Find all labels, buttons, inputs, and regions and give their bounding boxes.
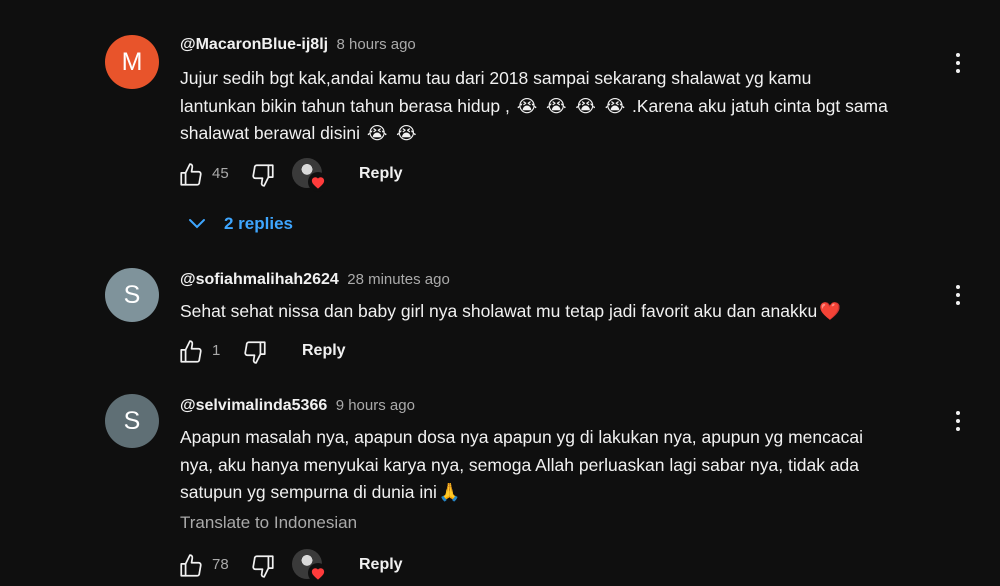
red-heart-emoji-icon: ❤️ — [819, 301, 842, 321]
comment-actions: 45 Reply — [0, 155, 1000, 195]
comment-header: @selvimalinda5366 9 hours ago — [180, 397, 415, 415]
comment-text-line: nya, aku hanya menyukai karya nya, semog… — [180, 454, 860, 475]
avatar-letter: S — [123, 406, 141, 435]
view-replies-button[interactable]: 2 replies — [188, 211, 293, 237]
like-count: 45 — [212, 165, 229, 182]
comment-thread-list: M @MacaronBlue-ij8lj 8 hours ago Jujur s… — [0, 0, 1000, 586]
comment-text: Apapun masalah nya, apapun dosa nya apap… — [180, 424, 940, 507]
comment-text: Jujur sedih bgt kak,andai kamu tau dari … — [180, 65, 940, 148]
reply-button[interactable]: Reply — [359, 556, 403, 574]
replies-count-label: 2 replies — [224, 214, 293, 233]
more-vertical-icon[interactable] — [948, 281, 968, 309]
comment-text-line: satupun yg sempurna di dunia ini — [180, 482, 437, 502]
like-button[interactable] — [176, 337, 206, 367]
reply-button[interactable]: Reply — [302, 342, 346, 360]
avatar[interactable]: M — [105, 35, 159, 89]
like-button[interactable] — [176, 160, 206, 190]
thumbs-up-icon — [180, 554, 202, 577]
comment-header: @MacaronBlue-ij8lj 8 hours ago — [180, 36, 416, 54]
dislike-button[interactable] — [240, 337, 270, 367]
comment-item: S @sofiahmalihah2624 28 minutes ago Seha… — [0, 268, 1000, 378]
comment-author[interactable]: @sofiahmalihah2624 — [180, 271, 339, 288]
more-vertical-icon[interactable] — [948, 49, 968, 77]
comment-actions: 78 Reply — [0, 544, 1000, 584]
like-button[interactable] — [176, 551, 206, 581]
comment-time[interactable]: 9 hours ago — [336, 397, 415, 414]
dislike-button[interactable] — [248, 160, 278, 190]
thumbs-down-icon — [252, 555, 274, 578]
comment-text-line: Sehat sehat nissa dan baby girl nya shol… — [180, 301, 818, 321]
comment-header: @sofiahmalihah2624 28 minutes ago — [180, 271, 450, 289]
avatar[interactable]: S — [105, 268, 159, 322]
avatar[interactable]: S — [105, 394, 159, 448]
loudly-crying-emoji-icon: 😭 — [396, 123, 417, 143]
folded-hands-emoji-icon: 🙏 — [438, 482, 461, 502]
avatar-letter: M — [121, 47, 143, 76]
thumbs-up-icon — [180, 163, 202, 186]
comment-time[interactable]: 8 hours ago — [337, 36, 416, 53]
loudly-crying-emoji-icon: 😭 — [366, 123, 388, 143]
comment-author[interactable]: @MacaronBlue-ij8lj — [180, 36, 328, 53]
comment-text-line: shalawat berawal disini — [180, 123, 365, 143]
loudly-crying-emoji-icon: 😭 — [516, 95, 538, 116]
loudly-crying-emoji-icon: 😭 — [546, 95, 567, 116]
loudly-crying-emoji-icon: 😭 — [575, 95, 596, 116]
translate-link[interactable]: Translate to Indonesian — [180, 513, 357, 533]
comment-text: Sehat sehat nissa dan baby girl nya shol… — [180, 298, 940, 326]
creator-heart-badge — [292, 549, 328, 583]
comment-actions: 1 Reply — [0, 336, 1000, 376]
thumbs-up-icon — [180, 340, 202, 363]
comment-item: M @MacaronBlue-ij8lj 8 hours ago Jujur s… — [0, 35, 1000, 240]
avatar-letter: S — [123, 280, 141, 309]
creator-heart-badge — [292, 158, 328, 192]
more-vertical-icon[interactable] — [948, 407, 968, 435]
like-count: 78 — [212, 556, 229, 573]
comment-text-line: Jujur sedih bgt kak,andai kamu tau dari … — [180, 68, 812, 88]
loudly-crying-emoji-icon: 😭 — [604, 95, 626, 116]
heart-icon — [308, 172, 328, 192]
comment-author[interactable]: @selvimalinda5366 — [180, 397, 327, 414]
dislike-button[interactable] — [248, 551, 278, 581]
comment-item: S @selvimalinda5366 9 hours ago Apapun m… — [0, 394, 1000, 586]
comment-text-line: Apapun masalah nya, apapun dosa nya apap… — [180, 427, 863, 447]
thumbs-down-icon — [244, 341, 266, 364]
heart-icon — [308, 563, 328, 583]
thumbs-down-icon — [252, 164, 274, 187]
comment-text-line: .Karena aku jatuh cinta bgt sama — [627, 95, 888, 116]
comment-text-line: lantunkan bikin tahun tahun berasa hidup… — [180, 95, 510, 116]
reply-button[interactable]: Reply — [359, 165, 403, 183]
like-count: 1 — [212, 342, 221, 359]
chevron-down-icon — [189, 219, 205, 229]
comment-time[interactable]: 28 minutes ago — [347, 271, 450, 288]
